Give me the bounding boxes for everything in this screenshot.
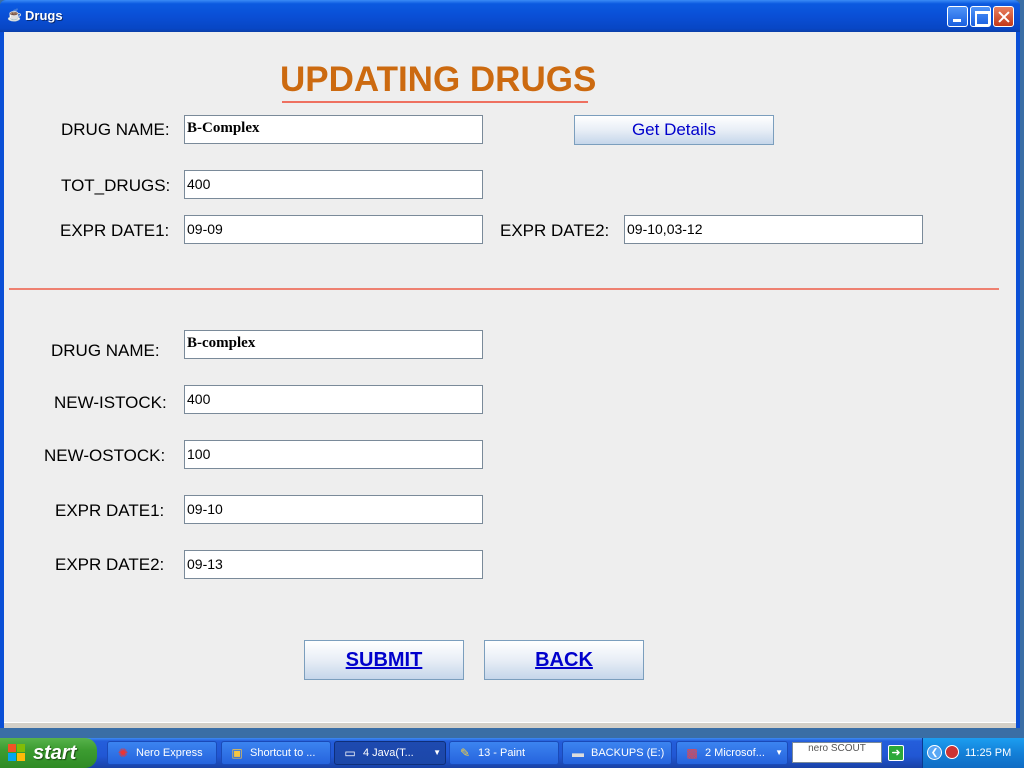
submit-label: SUBMIT (345, 649, 423, 671)
new-istock-input[interactable]: 400 (184, 385, 483, 414)
tot-drugs-input[interactable]: 400 (184, 170, 483, 199)
task-label: Shortcut to ... (250, 747, 316, 759)
update-expr-date2-input[interactable]: 09-13 (184, 550, 483, 579)
task-nero-express[interactable]: ✺ Nero Express (107, 741, 217, 765)
update-expr-date2-label: EXPR DATE2: (55, 555, 165, 574)
new-istock-label: NEW-ISTOCK: (54, 393, 167, 412)
lookup-expr-date2-input[interactable]: 09-10,03-12 (624, 215, 923, 244)
update-drug-name-label: DRUG NAME: (51, 341, 160, 360)
task-paint[interactable]: ✎ 13 - Paint (449, 741, 559, 765)
lookup-drug-name-input[interactable]: B-Complex (184, 115, 483, 144)
update-expr-date1-input[interactable]: 09-10 (184, 495, 483, 524)
task-java[interactable]: ▭ 4 Java(T... ▼ (334, 741, 446, 765)
nero-icon: ✺ (117, 746, 129, 760)
taskbar: start ✺ Nero Express ▣ Shortcut to ... ▭… (0, 738, 1024, 768)
submit-button[interactable]: SUBMIT (304, 640, 464, 680)
chevron-down-icon: ▼ (775, 748, 783, 757)
task-shortcut[interactable]: ▣ Shortcut to ... (221, 741, 331, 765)
java-cup-icon: ☕ (7, 8, 22, 22)
office-icon: ▩ (686, 746, 698, 760)
back-label: BACK (535, 649, 593, 671)
nero-scout-search[interactable]: nero SCOUT (792, 742, 882, 763)
clock[interactable]: 11:25 PM (965, 738, 1011, 768)
close-button[interactable] (993, 6, 1014, 27)
task-label: BACKUPS (E:) (591, 747, 665, 759)
task-label: Nero Express (136, 747, 203, 759)
new-ostock-label: NEW-OSTOCK: (44, 446, 166, 465)
task-label: 13 - Paint (478, 747, 526, 759)
tray-app-icon[interactable] (945, 745, 959, 759)
task-microsoft[interactable]: ▩ 2 Microsof... ▼ (676, 741, 788, 765)
update-expr-date1-label: EXPR DATE1: (55, 501, 165, 520)
task-backups[interactable]: ▬ BACKUPS (E:) (562, 741, 672, 765)
start-label: start (33, 742, 77, 764)
new-ostock-input[interactable]: 100 (184, 440, 483, 469)
windows-logo-icon (8, 744, 26, 762)
form-panel: UPDATING DRUGS DRUG NAME: B-Complex Get … (4, 32, 1016, 722)
start-button[interactable]: start (0, 738, 97, 768)
chevron-down-icon: ▼ (433, 748, 441, 757)
back-button[interactable]: BACK (484, 640, 644, 680)
system-tray: ❮ 11:25 PM (922, 738, 1024, 768)
title-bar[interactable]: ☕ Drugs (0, 0, 1020, 32)
title-underline (282, 101, 588, 103)
go-arrow-icon[interactable]: ➜ (888, 745, 904, 761)
horizontal-scrollbar[interactable] (4, 722, 1016, 728)
section-divider (9, 288, 999, 290)
update-drug-name-input[interactable]: B-complex (184, 330, 483, 359)
task-label: 4 Java(T... (363, 747, 414, 759)
tot-drugs-label: TOT_DRUGS: (61, 176, 171, 195)
drive-icon: ▬ (572, 746, 584, 760)
lookup-drug-name-label: DRUG NAME: (61, 120, 170, 139)
app-window: ☕ Drugs UPDATING DRUGS DRUG NAME: B-Comp… (0, 0, 1020, 728)
window-title: Drugs (25, 8, 63, 23)
get-details-button[interactable]: Get Details (574, 115, 774, 145)
page-title: UPDATING DRUGS (280, 60, 597, 99)
get-details-label: Get Details (631, 120, 717, 139)
lookup-expr-date2-label: EXPR DATE2: (500, 221, 610, 240)
lookup-expr-date1-input[interactable]: 09-09 (184, 215, 483, 244)
task-label: 2 Microsof... (705, 747, 765, 759)
maximize-button[interactable] (970, 6, 991, 27)
java-window-icon: ▭ (344, 746, 356, 760)
paint-icon: ✎ (459, 746, 471, 760)
shortcut-icon: ▣ (231, 746, 243, 760)
tray-expand-icon[interactable]: ❮ (927, 745, 942, 760)
lookup-expr-date1-label: EXPR DATE1: (60, 221, 170, 240)
minimize-button[interactable] (947, 6, 968, 27)
